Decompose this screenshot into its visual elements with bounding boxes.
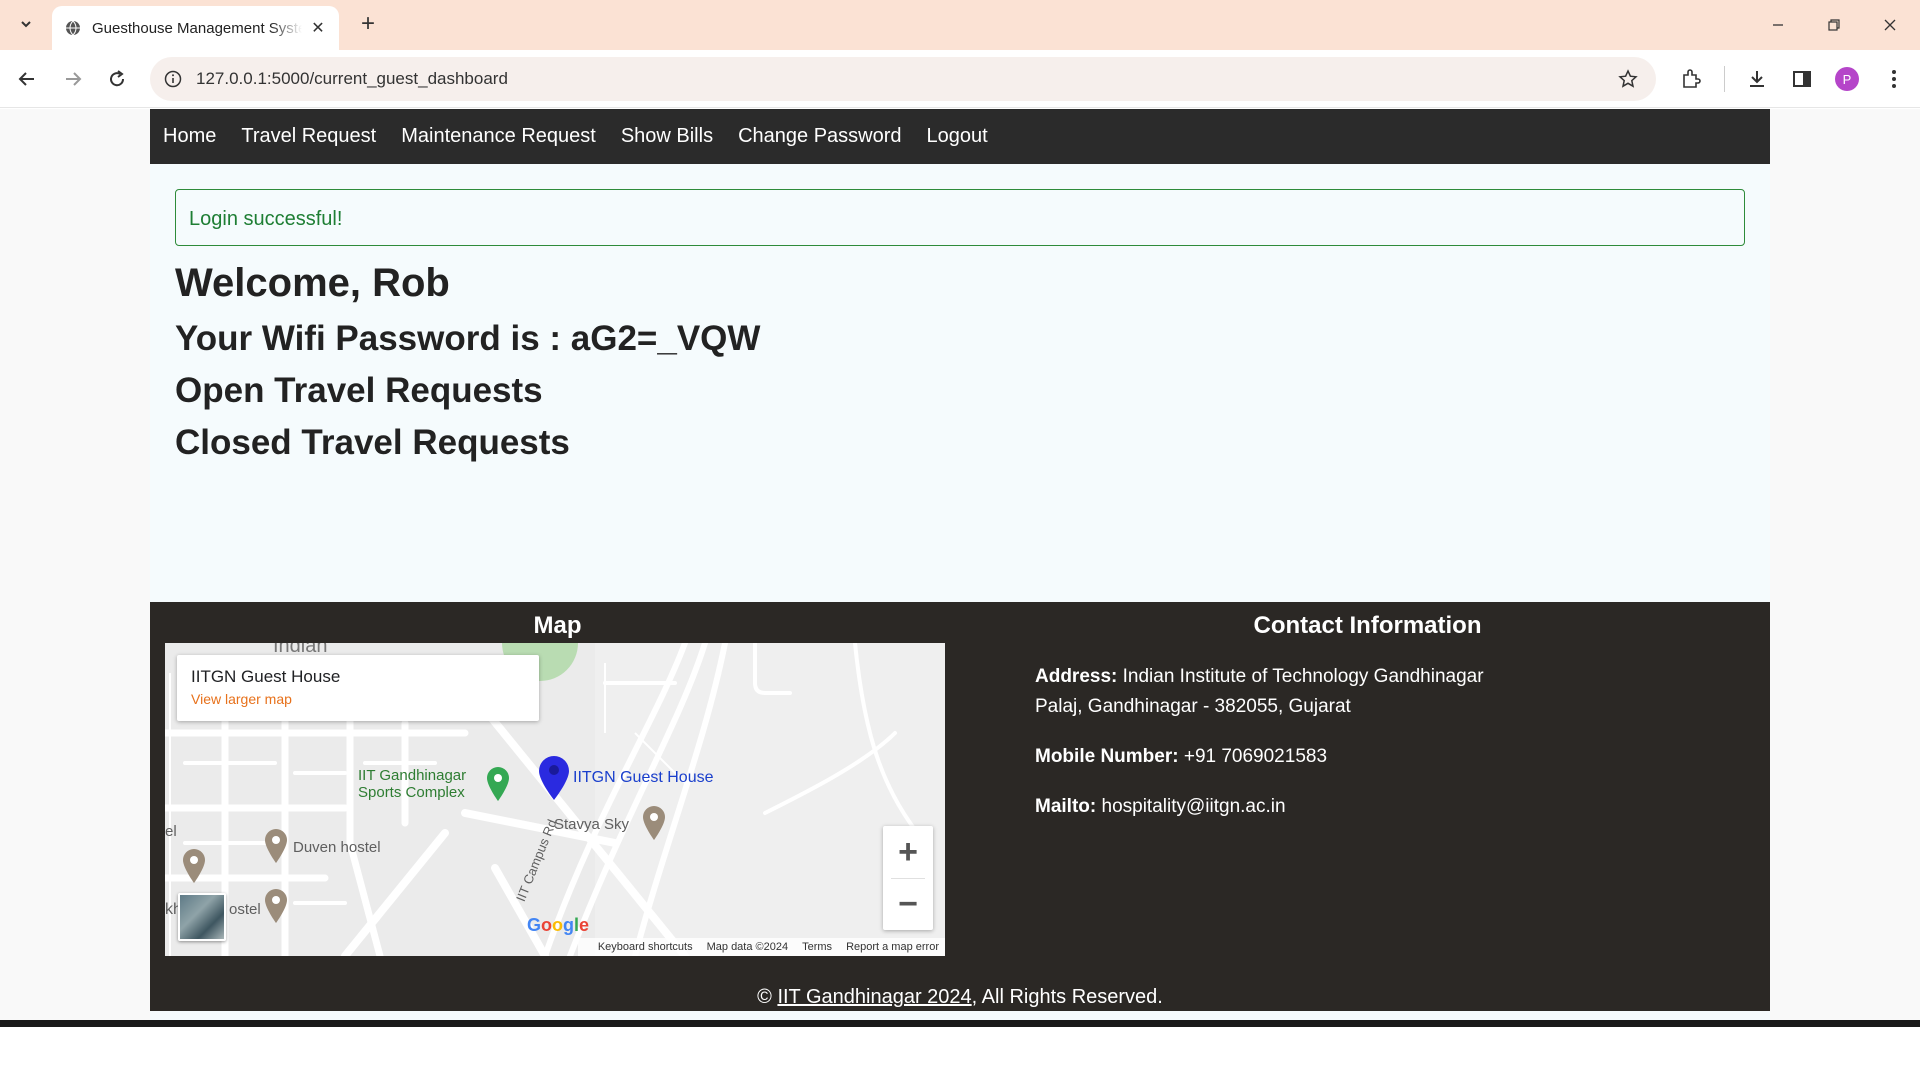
map-attribution-bar: Keyboard shortcuts Map data ©2024 Terms … (577, 938, 945, 956)
extensions-icon[interactable] (1676, 64, 1706, 94)
nav-home[interactable]: Home (163, 125, 216, 148)
below-page-area (0, 1027, 1920, 1080)
contact-mail: Mailto: hospitality@iitgn.ac.in (1035, 792, 1484, 822)
success-alert: Login successful! (175, 189, 1745, 246)
terms-link[interactable]: Terms (802, 941, 832, 953)
browser-tab-strip: Guesthouse Management System ✕ + (0, 0, 1920, 50)
duven-hostel-pin-icon[interactable] (263, 828, 289, 864)
closed-travel-requests-heading: Closed Travel Requests (175, 423, 570, 462)
close-tab-icon[interactable]: ✕ (309, 19, 327, 37)
back-arrow-icon[interactable] (10, 62, 44, 96)
welcome-heading: Welcome, Rob (175, 261, 450, 305)
guesthouse-marker-pin-icon[interactable] (537, 755, 571, 801)
google-logo: Google (527, 915, 590, 935)
map-label-hostel-left: ostel (229, 901, 261, 918)
wifi-password-heading: Your Wifi Password is : aG2=_VQW (175, 319, 761, 358)
address-line1: Indian Institute of Technology Gandhinag… (1122, 666, 1484, 687)
map-card-title: IITGN Guest House (191, 667, 341, 686)
sports-complex-pin-icon[interactable] (485, 766, 511, 802)
map-section-title: Map (533, 612, 582, 639)
view-larger-map-link[interactable]: View larger map (191, 691, 525, 707)
map-label-el: el (165, 823, 177, 840)
embedded-google-map[interactable]: Indian el kh IITGN Guest House View larg… (165, 643, 945, 956)
zoom-divider (891, 878, 925, 879)
restore-icon[interactable] (1806, 0, 1862, 50)
tab-title: Guesthouse Management System (92, 19, 302, 37)
map-zoom-controls: + − (883, 826, 933, 930)
copyright-symbol: © (757, 986, 772, 1008)
keyboard-shortcuts-link[interactable]: Keyboard shortcuts (598, 941, 693, 953)
satellite-toggle-thumbnail[interactable] (178, 893, 226, 941)
globe-icon (64, 19, 82, 37)
mobile-label: Mobile Number: (1035, 746, 1179, 767)
nav-show-bills[interactable]: Show Bills (621, 125, 713, 148)
site-info-icon[interactable] (162, 68, 184, 90)
copyright-notice: © IIT Gandhinagar 2024, All Rights Reser… (150, 986, 1770, 1009)
tab-search-chevron-icon[interactable] (10, 8, 42, 40)
map-label-duven-hostel: Duven hostel (293, 839, 381, 856)
zoom-in-button[interactable]: + (883, 826, 933, 878)
browser-toolbar: 127.0.0.1:5000/current_guest_dashboard (0, 50, 1920, 108)
mail-label: Mailto: (1035, 796, 1097, 817)
menu-kebab-icon[interactable] (1879, 64, 1909, 94)
url-text[interactable]: 127.0.0.1:5000/current_guest_dashboard (196, 69, 508, 89)
nav-maintenance-request[interactable]: Maintenance Request (401, 125, 596, 148)
profile-avatar[interactable]: P (1835, 67, 1859, 91)
hostel-pin-icon[interactable] (263, 888, 289, 924)
map-label-sports-complex-1: IIT Gandhinagar (358, 767, 467, 784)
map-label-sports-complex-2: Sports Complex (358, 784, 465, 801)
nav-travel-request[interactable]: Travel Request (241, 125, 376, 148)
contact-section-title: Contact Information (1253, 612, 1482, 639)
stavya-sky-pin-icon[interactable] (641, 805, 667, 841)
close-window-icon[interactable] (1862, 0, 1918, 50)
address-line2: Palaj, Gandhinagar - 382055, Gujarat (1035, 696, 1351, 717)
map-place-card: IITGN Guest House View larger map (177, 655, 539, 721)
forward-arrow-icon[interactable] (56, 62, 90, 96)
bookmark-star-icon[interactable] (1616, 67, 1640, 91)
address-label: Address: (1035, 666, 1118, 687)
nav-logout[interactable]: Logout (927, 125, 988, 148)
contact-info: Address: Indian Institute of Technology … (1035, 662, 1484, 842)
download-icon[interactable] (1742, 64, 1772, 94)
page-footer: Map Contact Information Indian el kh IIT… (150, 602, 1770, 1011)
new-tab-icon[interactable]: + (352, 8, 384, 40)
main-navbar: Home Travel Request Maintenance Request … (150, 109, 1770, 164)
side-panel-icon[interactable] (1787, 64, 1817, 94)
map-data-text: Map data ©2024 (706, 941, 789, 953)
minimize-icon[interactable] (1750, 0, 1806, 50)
left-place-pin-icon[interactable] (181, 848, 207, 884)
page-viewport: Home Travel Request Maintenance Request … (0, 109, 1920, 1022)
toolbar-divider (1724, 66, 1725, 92)
copyright-link[interactable]: IIT Gandhinagar 2024 (777, 986, 971, 1008)
page-container: Home Travel Request Maintenance Request … (150, 109, 1770, 1022)
contact-address: Address: Indian Institute of Technology … (1035, 662, 1484, 722)
nav-change-password[interactable]: Change Password (738, 125, 901, 148)
page-bottom-border (0, 1020, 1920, 1027)
map-label-stavya-sky: Stavya Sky (554, 816, 630, 833)
address-bar[interactable]: 127.0.0.1:5000/current_guest_dashboard (150, 57, 1656, 101)
open-travel-requests-heading: Open Travel Requests (175, 371, 543, 410)
map-label-guesthouse: IITGN Guest House (573, 769, 714, 786)
mobile-number: +91 7069021583 (1183, 746, 1328, 767)
browser-tab[interactable]: Guesthouse Management System ✕ (52, 6, 339, 50)
report-map-error-link[interactable]: Report a map error (846, 941, 939, 953)
mail-address: hospitality@iitgn.ac.in (1101, 796, 1286, 817)
copyright-rest: , All Rights Reserved. (971, 986, 1163, 1008)
contact-mobile: Mobile Number: +91 7069021583 (1035, 742, 1484, 772)
zoom-out-button[interactable]: − (883, 878, 933, 930)
reload-icon[interactable] (100, 62, 134, 96)
